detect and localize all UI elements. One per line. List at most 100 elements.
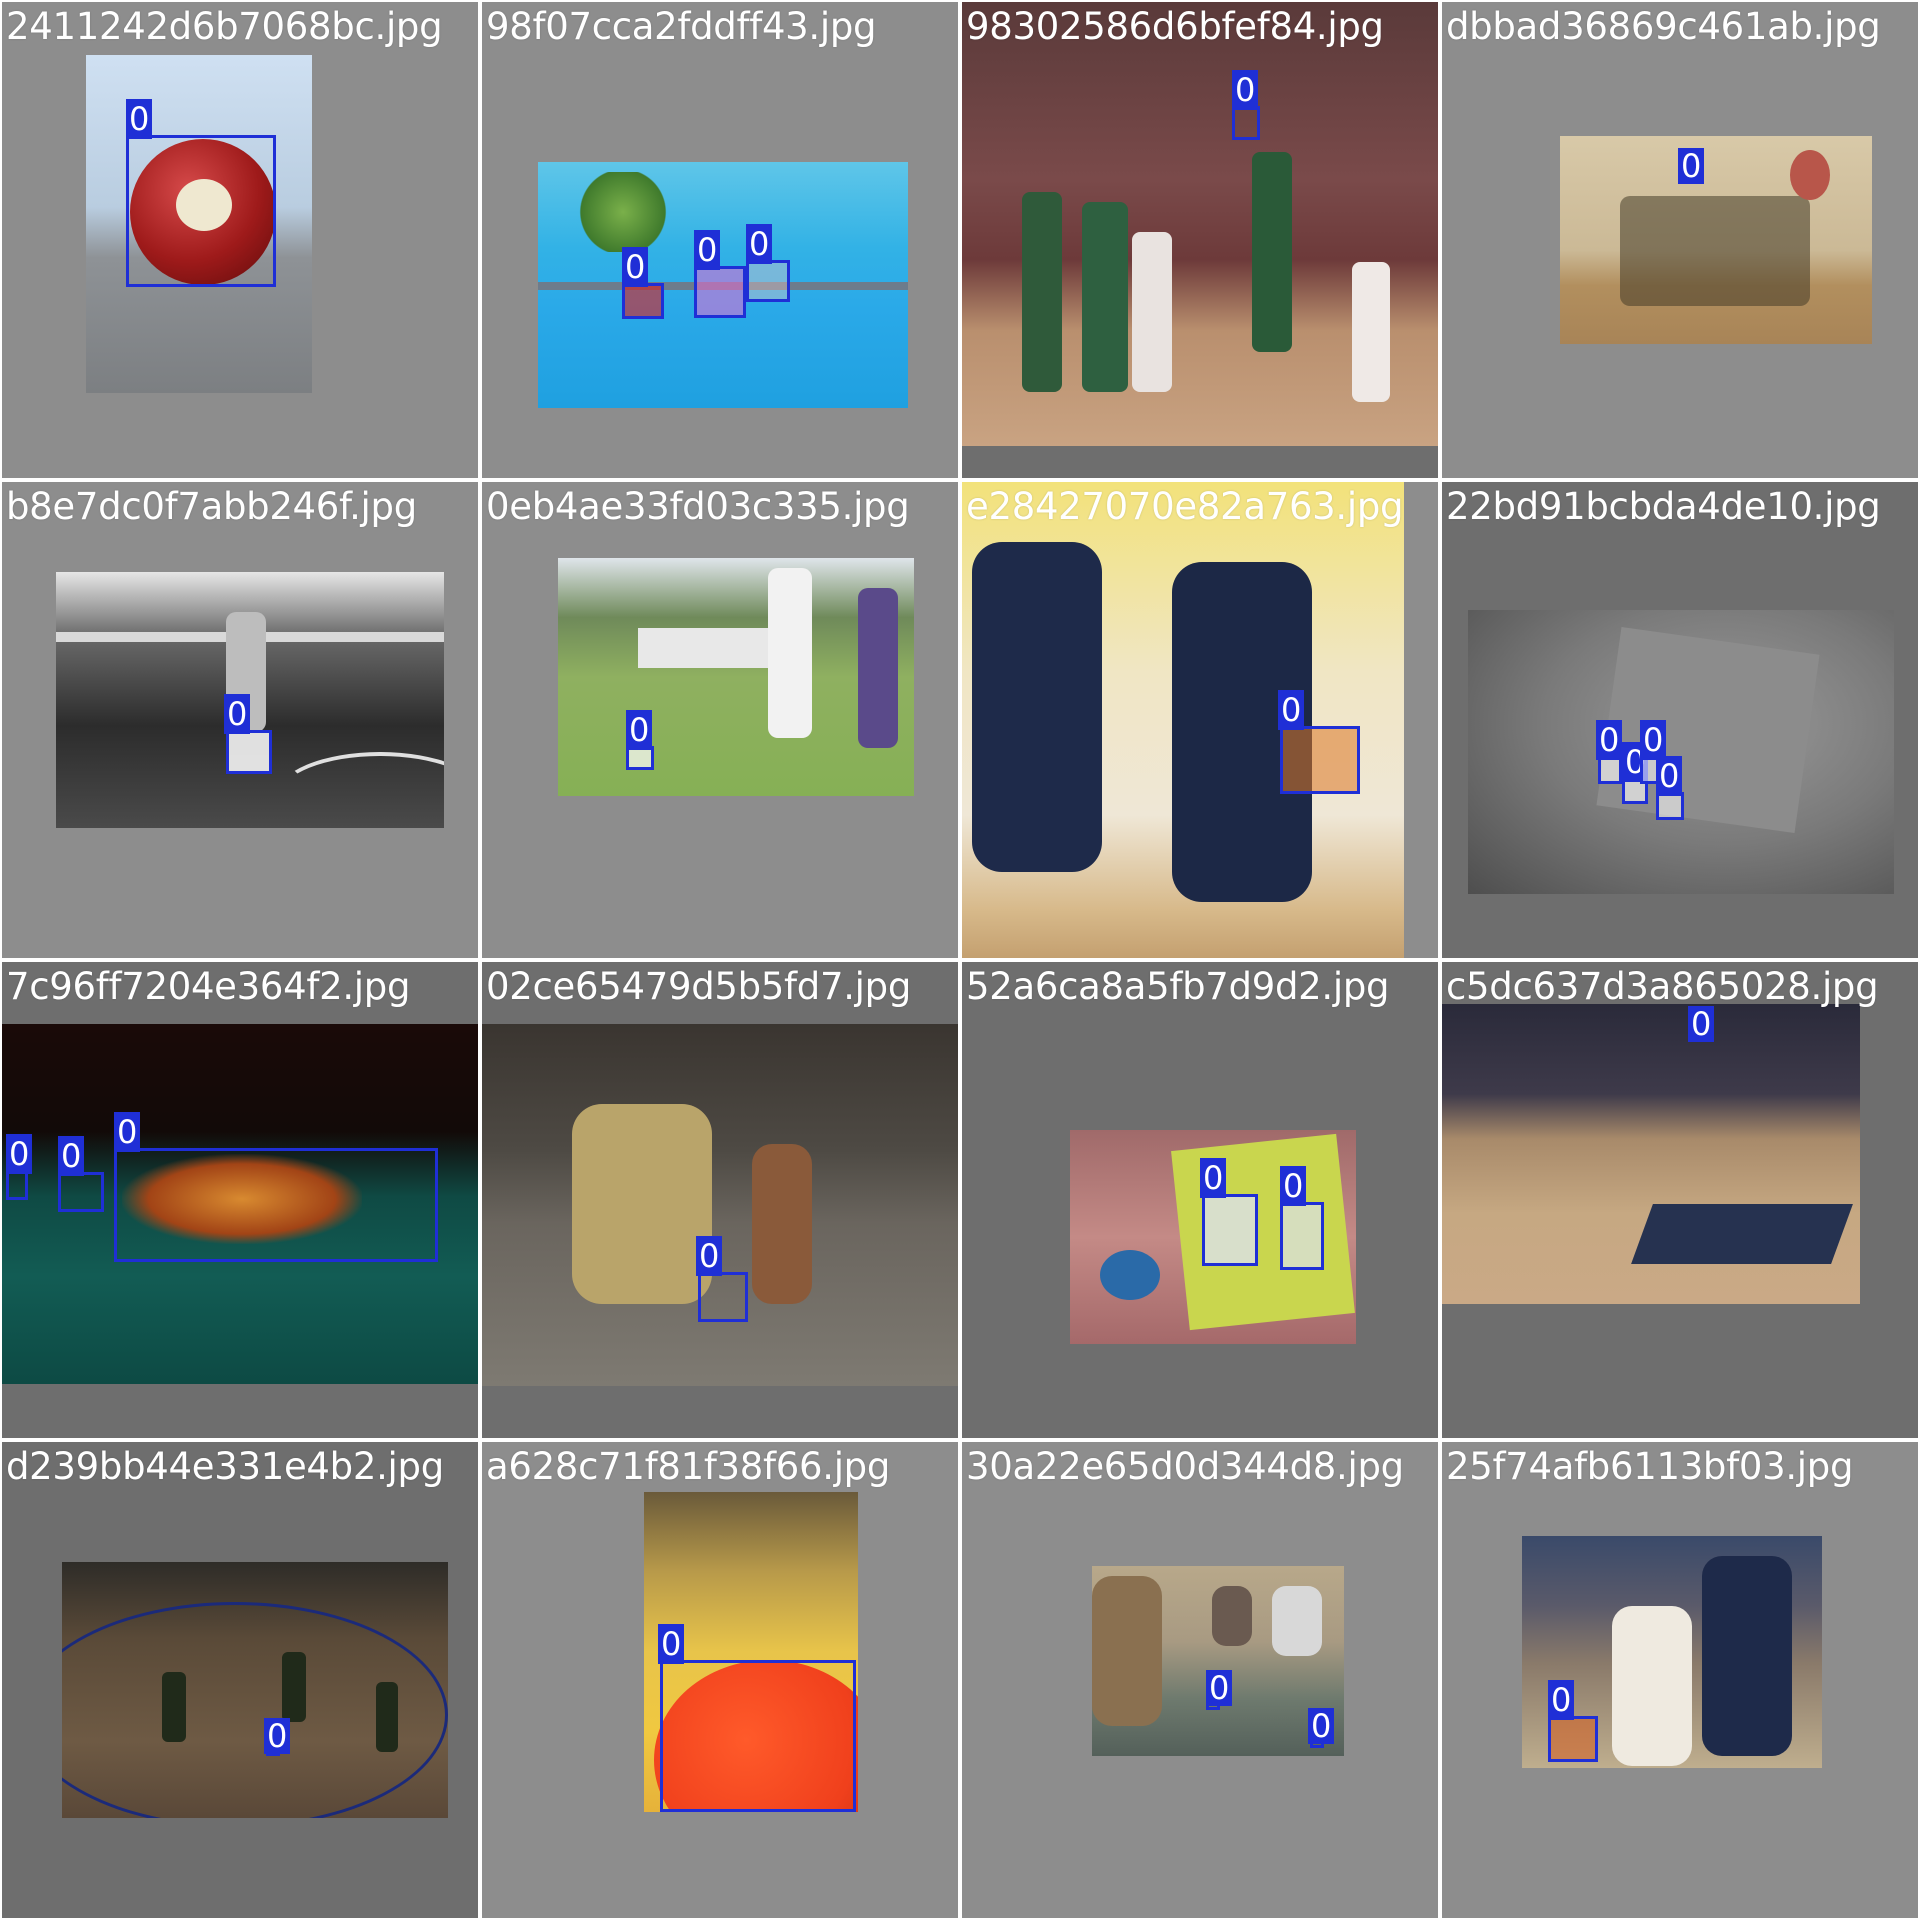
class-label: 0: [1280, 1166, 1307, 1206]
plant: [578, 172, 668, 252]
photo-arena-basketball: [1442, 1004, 1860, 1304]
tile-filename: 0eb4ae33fd03c335.jpg: [486, 485, 910, 528]
bounding-box: [622, 283, 664, 319]
photo-pool-table-players: [1092, 1566, 1344, 1756]
soccer-player: [768, 568, 812, 738]
spectator: [1272, 1586, 1322, 1656]
tile-filename: 2411242d6b7068bc.jpg: [6, 5, 443, 48]
player: [376, 1682, 398, 1752]
class-label: 0: [1200, 1158, 1227, 1198]
tile-filename: d239bb44e331e4b2.jpg: [6, 1445, 444, 1488]
class-label: 0: [696, 1236, 723, 1276]
spectator: [1212, 1586, 1252, 1646]
tile-1: 0 2411242d6b7068bc.jpg: [2, 2, 478, 478]
bounding-box: [1656, 792, 1684, 820]
tile-11: 0 0 52a6ca8a5fb7d9d2.jpg: [962, 962, 1438, 1438]
tile-filename: c5dc637d3a865028.jpg: [1446, 965, 1879, 1008]
tile-7: 0 e28427070e82a763.jpg: [962, 482, 1438, 958]
player: [1252, 152, 1292, 352]
bounding-box: [1202, 1194, 1258, 1266]
tile-13: 0 d239bb44e331e4b2.jpg: [2, 1442, 478, 1918]
player: [1022, 192, 1062, 392]
tile-10: 0 02ce65479d5b5fd7.jpg: [482, 962, 958, 1438]
tile-filename: b8e7dc0f7abb246f.jpg: [6, 485, 417, 528]
photo-youth-basketball: [1560, 136, 1872, 344]
adult: [572, 1104, 712, 1304]
bounding-box: [226, 730, 272, 774]
bounding-box: [1598, 756, 1622, 784]
class-label: 0: [694, 230, 721, 270]
detection-mosaic: 0 2411242d6b7068bc.jpg 0 0 0 98f07cca2fd…: [0, 0, 1920, 1920]
tile-8: 0 0 0 0 22bd91bcbda4de10.jpg: [1442, 482, 1918, 958]
tile-5: 0 b8e7dc0f7abb246f.jpg: [2, 482, 478, 958]
player: [162, 1672, 186, 1742]
class-label: 0: [1278, 690, 1305, 730]
class-label: 0: [114, 1112, 141, 1152]
bounding-box: [1548, 1716, 1598, 1762]
class-label: 0: [1548, 1680, 1575, 1720]
player: [1082, 202, 1128, 392]
tile-15: 0 0 30a22e65d0d344d8.jpg: [962, 1442, 1438, 1918]
tile-16: 0 25f74afb6113bf03.jpg: [1442, 1442, 1918, 1918]
tile-filename: 22bd91bcbda4de10.jpg: [1446, 485, 1881, 528]
tile-filename: 30a22e65d0d344d8.jpg: [966, 1445, 1404, 1488]
tile-3: 0 98302586d6bfef84.jpg: [962, 2, 1438, 478]
goal-arc: [276, 752, 444, 828]
class-label: 0: [264, 1718, 291, 1754]
photo-womens-basketball: [962, 482, 1404, 958]
bounding-box: [114, 1148, 438, 1262]
toy-box: [1171, 1133, 1355, 1331]
photo-concrete-surface: [1468, 610, 1894, 894]
class-label: 0: [1206, 1670, 1233, 1706]
class-label: 0: [626, 710, 653, 750]
player: [282, 1652, 306, 1722]
tile-9: 0 0 0 7c96ff7204e364f2.jpg: [2, 962, 478, 1438]
bounding-box: [1232, 106, 1260, 140]
bounding-box: [126, 135, 276, 287]
bounding-box: [698, 1272, 748, 1322]
tile-filename: dbbad36869c461ab.jpg: [1446, 5, 1881, 48]
soccer-player: [858, 588, 898, 748]
defender: [1702, 1556, 1792, 1756]
player: [1352, 262, 1390, 402]
class-label: 0: [1656, 756, 1683, 796]
tile-filename: 52a6ca8a5fb7d9d2.jpg: [966, 965, 1390, 1008]
class-label: 0: [1688, 1006, 1715, 1042]
player: [1092, 1576, 1162, 1726]
class-label: 0: [58, 1136, 85, 1176]
players-group: [1620, 196, 1810, 306]
wall-mascot: [1790, 150, 1830, 200]
building: [638, 628, 768, 668]
class-label: 0: [1678, 148, 1705, 184]
photo-father-and-child: [482, 1024, 958, 1386]
tile-2: 0 0 0 98f07cca2fddff43.jpg: [482, 2, 958, 478]
bounding-box: [660, 1660, 856, 1812]
bounding-box: [58, 1172, 104, 1212]
player: [1132, 232, 1172, 392]
tile-14: 0 a628c71f81f38f66.jpg: [482, 1442, 958, 1918]
tile-filename: e28427070e82a763.jpg: [966, 485, 1404, 528]
blue-bead-jar: [1100, 1250, 1160, 1300]
bounding-box: [6, 1170, 28, 1200]
bounding-box: [694, 266, 746, 318]
court-logo: [1631, 1204, 1853, 1264]
class-label: 0: [658, 1624, 685, 1664]
tile-filename: a628c71f81f38f66.jpg: [486, 1445, 891, 1488]
class-label: 0: [224, 694, 251, 734]
bounding-box: [1280, 726, 1360, 794]
tile-filename: 25f74afb6113bf03.jpg: [1446, 1445, 1854, 1488]
tile-6: 0 0eb4ae33fd03c335.jpg: [482, 482, 958, 958]
class-label: 0: [1232, 70, 1259, 110]
class-label: 0: [126, 99, 153, 139]
class-label: 0: [6, 1134, 33, 1174]
class-label: 0: [1596, 720, 1623, 760]
bounding-box: [1280, 1202, 1324, 1270]
tile-filename: 98302586d6bfef84.jpg: [966, 5, 1384, 48]
child: [752, 1144, 812, 1304]
player-5: [1612, 1606, 1692, 1766]
tile-filename: 98f07cca2fddff43.jpg: [486, 5, 877, 48]
class-label: 0: [622, 247, 649, 287]
tile-4: 0 dbbad36869c461ab.jpg: [1442, 2, 1918, 478]
photo-soccer-field: [558, 558, 914, 796]
tile-filename: 02ce65479d5b5fd7.jpg: [486, 965, 912, 1008]
